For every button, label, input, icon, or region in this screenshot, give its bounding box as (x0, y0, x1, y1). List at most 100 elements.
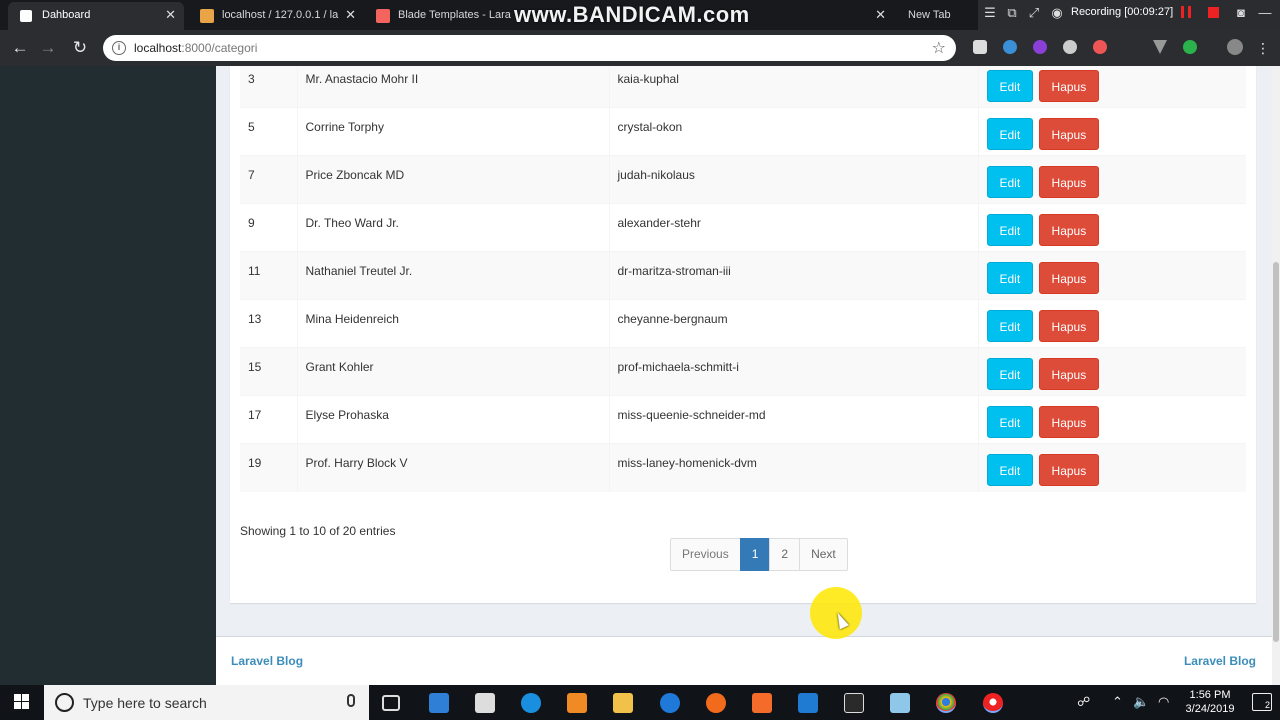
sublime-text-icon[interactable] (567, 693, 587, 713)
footer-brand-right[interactable]: Laravel Blog (1184, 654, 1256, 668)
row-actions: Edit Hapus (978, 395, 1246, 444)
pagination-previous[interactable]: Previous (670, 538, 741, 571)
delete-button[interactable]: Hapus (1038, 166, 1100, 198)
extension-audio-icon[interactable] (1033, 40, 1047, 54)
browser-menu-icon[interactable]: ⋮ (1253, 38, 1273, 58)
target-icon[interactable]: ◉ (1050, 6, 1064, 20)
row-name: Nathaniel Treutel Jr. (297, 251, 610, 300)
chrome-icon[interactable] (936, 693, 956, 713)
reload-icon[interactable]: ↻ (70, 38, 90, 58)
vscode-icon[interactable] (798, 693, 818, 713)
delete-button[interactable]: Hapus (1038, 70, 1100, 102)
tab-new-tab[interactable]: New Tab (896, 2, 978, 30)
close-tab-button-3[interactable]: ✕ (860, 2, 900, 30)
notification-center-icon[interactable]: 2 (1252, 693, 1272, 711)
pause-icon[interactable] (1181, 6, 1191, 18)
microphone-icon[interactable] (347, 694, 355, 707)
resize-icon[interactable]: ⤢ (1027, 6, 1041, 20)
laravel-favicon-icon (20, 10, 32, 22)
row-slug: cheyanne-bergnaum (609, 299, 979, 348)
delete-button[interactable]: Hapus (1038, 406, 1100, 438)
mail-icon[interactable] (475, 693, 495, 713)
people-icon[interactable]: ☍ (1077, 694, 1090, 710)
recording-status: Recording [00:09:27] (1071, 6, 1174, 18)
task-view-icon[interactable] (382, 695, 400, 711)
row-id: 3 (240, 66, 298, 108)
extension-circle-icon[interactable] (1063, 40, 1077, 54)
edit-button[interactable]: Edit (986, 166, 1034, 198)
volume-icon[interactable]: 🔈 (1133, 694, 1149, 710)
window-icon[interactable]: ⧉ (1005, 6, 1019, 20)
address-bar[interactable]: i localhost:8000/categori ☆ (103, 35, 956, 61)
firefox-icon[interactable] (706, 693, 726, 713)
tray-chevron-icon[interactable]: ⌃ (1112, 694, 1123, 710)
edge-icon[interactable] (660, 693, 680, 713)
categories-table: 3 Mr. Anastacio Mohr II kaia-kuphal Edit Ha… (240, 66, 1246, 492)
pagination-page-2[interactable]: 2 (769, 538, 801, 571)
scrollbar-thumb[interactable] (1273, 262, 1279, 642)
vertical-scrollbar[interactable] (1272, 66, 1280, 685)
close-tab-icon[interactable]: ✕ (875, 2, 886, 28)
extension-record-icon[interactable] (1093, 40, 1107, 54)
taskbar-clock[interactable]: 1:56 PM 3/24/2019 (1180, 688, 1240, 716)
notepad-icon[interactable] (890, 693, 910, 713)
delete-button[interactable]: Hapus (1038, 262, 1100, 294)
edit-button[interactable]: Edit (986, 454, 1034, 486)
table-row: 11 Nathaniel Treutel Jr. dr-maritza-stroma… (240, 251, 1246, 300)
edit-button[interactable]: Edit (986, 214, 1034, 246)
edit-button[interactable]: Edit (986, 262, 1034, 294)
tab-blade-templates[interactable]: Blade Templates - Lara (364, 2, 514, 30)
tab-dashboard[interactable]: Dahboard ✕ (8, 2, 184, 30)
pagination-page-1[interactable]: 1 (739, 538, 771, 571)
camera-icon[interactable]: ◙ (1234, 6, 1248, 20)
delete-button[interactable]: Hapus (1038, 454, 1100, 486)
browser-toolbar: ← → ↻ i localhost:8000/categori ☆ ⋮ (0, 30, 1280, 66)
clock-date: 3/24/2019 (1185, 703, 1235, 715)
extension-shield-icon[interactable] (973, 40, 987, 54)
forward-arrow-icon[interactable]: → (38, 38, 58, 58)
row-id: 5 (240, 107, 298, 156)
row-id: 11 (240, 251, 298, 300)
terminal-icon[interactable] (844, 693, 864, 713)
edit-button[interactable]: Edit (986, 358, 1034, 390)
row-slug: kaia-kuphal (609, 66, 979, 108)
clock-time: 1:56 PM (1189, 689, 1231, 701)
delete-button[interactable]: Hapus (1038, 310, 1100, 342)
url-text[interactable]: localhost:8000/categori (134, 41, 257, 55)
xampp-icon[interactable] (752, 693, 772, 713)
file-explorer-icon[interactable] (613, 693, 633, 713)
row-id: 17 (240, 395, 298, 444)
minimize-icon[interactable]: — (1258, 6, 1272, 20)
extension-blank-icon[interactable] (1123, 40, 1137, 54)
edit-button[interactable]: Edit (986, 70, 1034, 102)
stop-icon[interactable] (1208, 7, 1219, 18)
bookmark-star-icon[interactable]: ☆ (932, 38, 946, 58)
extension-green-icon[interactable] (1183, 40, 1197, 54)
bandicam-icon[interactable] (983, 693, 1003, 713)
footer-brand-left[interactable]: Laravel Blog (231, 654, 303, 668)
taskbar-search[interactable]: Type here to search (44, 685, 369, 720)
tab-phpmyadmin[interactable]: localhost / 127.0.0.1 / la ✕ (188, 2, 364, 30)
pagination-next[interactable]: Next (799, 538, 848, 571)
edit-button[interactable]: Edit (986, 406, 1034, 438)
delete-button[interactable]: Hapus (1038, 358, 1100, 390)
row-name: Prof. Harry Block V (297, 443, 610, 492)
edit-button[interactable]: Edit (986, 118, 1034, 150)
cortana-icon[interactable] (55, 693, 74, 712)
edit-button[interactable]: Edit (986, 310, 1034, 342)
extension-globe-icon[interactable] (1003, 40, 1017, 54)
close-tab-icon[interactable]: ✕ (165, 2, 176, 28)
delete-button[interactable]: Hapus (1038, 118, 1100, 150)
network-icon[interactable]: ◠ (1158, 694, 1169, 710)
back-arrow-icon[interactable]: ← (10, 38, 30, 58)
profile-avatar-icon[interactable] (1227, 39, 1243, 55)
close-tab-icon[interactable]: ✕ (345, 2, 356, 28)
menu-icon[interactable]: ☰ (983, 6, 997, 20)
store-icon[interactable] (429, 693, 449, 713)
delete-button[interactable]: Hapus (1038, 214, 1100, 246)
row-name: Corrine Torphy (297, 107, 610, 156)
teamviewer-icon[interactable] (521, 693, 541, 713)
extension-vpn-icon[interactable] (1153, 40, 1167, 54)
info-icon[interactable]: i (112, 41, 126, 55)
windows-start-icon[interactable] (14, 694, 30, 710)
